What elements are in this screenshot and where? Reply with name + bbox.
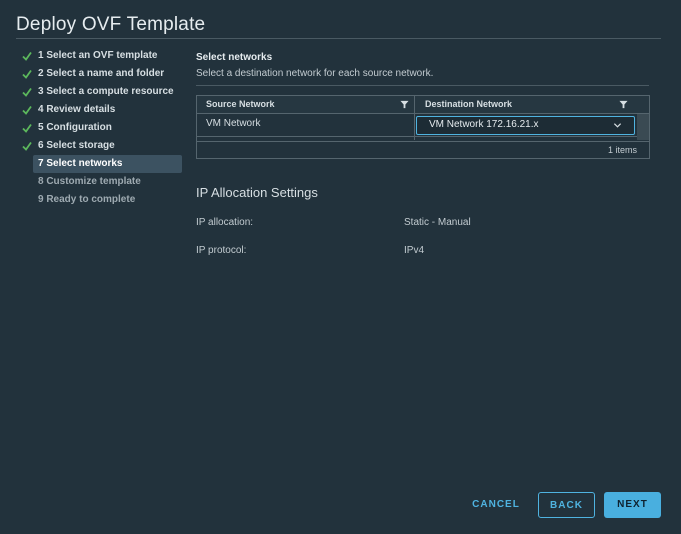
filter-icon[interactable] (619, 100, 628, 109)
source-network-cell: VM Network (206, 118, 261, 129)
ip-allocation-label: IP allocation: (196, 217, 254, 228)
step-8: 8 Customize template (20, 173, 182, 191)
grid-scrollbar[interactable] (637, 114, 649, 140)
step-5[interactable]: 5 Configuration (20, 119, 182, 137)
filter-icon[interactable] (400, 100, 409, 109)
cancel-button[interactable]: CANCEL (468, 492, 524, 518)
step-label: 3 Select a compute resource (38, 86, 174, 97)
ip-protocol-value: IPv4 (404, 245, 425, 256)
step-9: 9 Ready to complete (20, 191, 182, 209)
network-mapping-grid: Source Network Destination Network VM Ne… (196, 95, 650, 159)
step-7-active[interactable]: 7 Select networks (33, 155, 182, 173)
chevron-down-icon (613, 123, 622, 128)
ip-allocation-title: IP Allocation Settings (196, 185, 318, 200)
title-divider (16, 38, 661, 39)
step-label: 8 Customize template (38, 176, 141, 187)
section-title: Select networks (196, 52, 273, 63)
check-icon (22, 123, 32, 133)
step-label: 1 Select an OVF template (38, 50, 158, 61)
column-header-source[interactable]: Source Network (206, 96, 275, 113)
grid-footer: 1 items (197, 141, 649, 159)
next-button[interactable]: NEXT (604, 492, 661, 518)
section-divider (196, 85, 649, 86)
step-label: 6 Select storage (38, 140, 115, 151)
table-row: VM Network VM Network 172.16.21.x (197, 114, 637, 137)
check-icon (22, 51, 32, 61)
check-icon (22, 141, 32, 151)
step-label: 7 Select networks (38, 158, 123, 169)
destination-network-select[interactable]: VM Network 172.16.21.x (416, 116, 635, 135)
check-icon (22, 105, 32, 115)
back-button[interactable]: BACK (538, 492, 595, 518)
step-1[interactable]: 1 Select an OVF template (20, 47, 182, 65)
items-count: 1 items (607, 145, 637, 155)
step-4[interactable]: 4 Review details (20, 101, 182, 119)
selected-network-value: VM Network 172.16.21.x (429, 119, 539, 130)
wizard-steps: 1 Select an OVF template 2 Select a name… (20, 47, 182, 209)
column-header-destination[interactable]: Destination Network (425, 96, 512, 113)
grid-header: Source Network Destination Network (197, 96, 649, 140)
step-3[interactable]: 3 Select a compute resource (20, 83, 182, 101)
dialog-title: Deploy OVF Template (16, 14, 206, 35)
check-icon (22, 69, 32, 79)
check-icon (22, 87, 32, 97)
step-label: 2 Select a name and folder (38, 68, 165, 79)
ip-protocol-label: IP protocol: (196, 245, 247, 256)
step-label: 5 Configuration (38, 122, 112, 133)
step-label: 4 Review details (38, 104, 116, 115)
section-description: Select a destination network for each so… (196, 68, 434, 79)
step-6[interactable]: 6 Select storage (20, 137, 182, 155)
ip-allocation-value: Static - Manual (404, 217, 471, 228)
deploy-ovf-dialog: Deploy OVF Template 1 Select an OVF temp… (0, 0, 681, 534)
step-label: 9 Ready to complete (38, 194, 136, 205)
step-2[interactable]: 2 Select a name and folder (20, 65, 182, 83)
